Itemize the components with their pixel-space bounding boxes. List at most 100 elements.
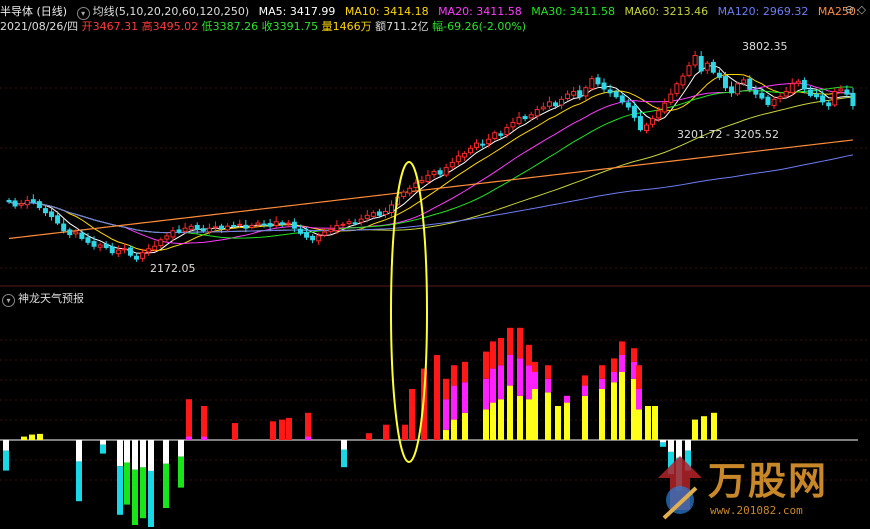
candle-body <box>328 228 334 232</box>
candle-body <box>206 227 212 233</box>
candle-body <box>753 89 759 95</box>
osc-bar-magenta <box>611 372 617 383</box>
logo-text: 万股网 <box>708 458 829 503</box>
osc-bar-magenta <box>507 355 513 386</box>
candle-body <box>540 106 546 110</box>
candle-body <box>601 82 607 90</box>
candle-body <box>79 232 85 239</box>
osc-bar-magenta <box>636 389 642 410</box>
osc-bar-yellow <box>451 419 457 440</box>
ma-indicator-label[interactable]: 均线(5,10,20,20,60,120,250) <box>93 5 250 18</box>
candle-body <box>619 95 625 103</box>
candle-body <box>637 116 643 131</box>
osc-bar-red <box>483 351 489 379</box>
osc-bar-yellow <box>564 402 570 440</box>
candle-body <box>6 199 12 203</box>
candle-body <box>492 132 498 139</box>
candle-body <box>140 252 146 259</box>
osc-bar-magenta <box>564 395 570 403</box>
osc-bar-positive <box>305 412 311 440</box>
osc-bar-negative-top <box>163 440 169 464</box>
candle-body <box>237 223 243 226</box>
osc-bar-red <box>611 358 617 372</box>
candle-body <box>801 79 807 90</box>
candle-body <box>413 182 419 188</box>
osc-bar-negative <box>140 467 146 519</box>
osc-bar-yellow <box>701 416 707 440</box>
close-value: 收3391.75 <box>261 20 319 33</box>
osc-bar-magenta <box>498 365 504 400</box>
osc-bar-red <box>631 348 637 362</box>
settings-icons[interactable]: ⊖ ◇ <box>845 3 866 16</box>
osc-bar-negative-top <box>178 440 184 457</box>
annotation-range: 3201.72 - 3205.52 <box>677 128 779 141</box>
osc-bar-yellow <box>507 385 513 440</box>
osc-bar-red <box>526 344 532 366</box>
candle-body <box>97 244 103 248</box>
osc-bar-negative <box>100 444 106 454</box>
candle-body <box>407 187 413 194</box>
candle-body <box>595 77 601 85</box>
osc-bar-magenta <box>599 378 605 389</box>
candle-body <box>103 243 109 249</box>
osc-bar-yellow <box>517 395 523 440</box>
volume-value: 量1466万 <box>321 20 372 33</box>
candle-body <box>662 102 668 113</box>
candle-body <box>310 235 316 241</box>
ma120-value: MA120: 2969.32 <box>717 5 809 18</box>
candle-body <box>73 231 79 235</box>
candle-body <box>358 218 364 223</box>
osc-bar-positive <box>29 434 35 440</box>
candle-body <box>729 86 735 94</box>
osc-bar-magenta <box>532 372 538 389</box>
candle-body <box>522 116 528 120</box>
lower-panel-title[interactable]: 神龙天气预报 <box>18 292 84 305</box>
osc-bar-magenta <box>462 382 468 413</box>
osc-bar-yellow <box>652 406 658 440</box>
osc-bar-red <box>599 365 605 379</box>
candle-body <box>437 170 443 175</box>
candle-body <box>322 231 328 236</box>
ma30-value: MA30: 3411.58 <box>531 5 615 18</box>
osc-bar-magenta <box>490 368 496 403</box>
osc-bar-base <box>305 436 311 440</box>
candle-body <box>340 223 346 226</box>
candle-body <box>504 127 510 136</box>
osc-bar-negative <box>117 466 123 515</box>
osc-bar-yellow <box>645 406 651 440</box>
candle-body <box>109 246 115 254</box>
ma20-value: MA20: 3411.58 <box>438 5 522 18</box>
candle-body <box>814 94 820 98</box>
osc-bar-magenta <box>517 358 523 396</box>
candle-body <box>552 102 558 107</box>
candle-body <box>316 235 322 242</box>
candle-body <box>115 249 121 255</box>
osc-bar-yellow <box>599 389 605 440</box>
osc-bar-negative-top <box>660 440 666 443</box>
candle-body <box>443 167 449 176</box>
candle-body <box>61 223 67 232</box>
candle-body <box>559 98 565 106</box>
annotation-high: 3802.35 <box>742 40 788 53</box>
osc-bar-yellow <box>692 419 698 440</box>
collapse-icon[interactable]: ▾ <box>2 294 15 307</box>
candle-body <box>194 224 200 230</box>
osc-bar-negative-top <box>341 440 347 450</box>
lower-panel-title-row: ▾ 神龙天气预报 <box>2 290 84 307</box>
security-name[interactable]: 半导体 (日线) <box>0 5 67 18</box>
osc-bar-negative <box>341 449 347 468</box>
osc-bar-red <box>462 361 468 383</box>
osc-bar-negative-top <box>76 440 82 462</box>
candle-body <box>783 91 789 97</box>
candle-body <box>710 61 716 73</box>
candle-body <box>625 102 631 108</box>
candle-body <box>346 221 352 225</box>
candle-body <box>735 83 741 95</box>
candle-body <box>231 224 237 227</box>
low-value: 低3387.26 <box>201 20 259 33</box>
candle-body <box>698 55 704 72</box>
candle-body <box>42 208 48 214</box>
candle-body <box>176 229 182 233</box>
candle-body <box>498 133 504 136</box>
candle-body <box>838 88 844 92</box>
